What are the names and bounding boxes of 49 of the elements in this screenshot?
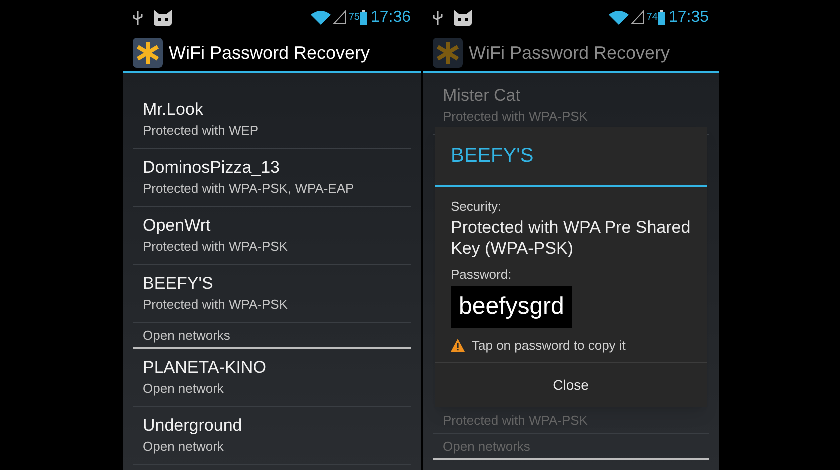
close-button[interactable]: Close: [435, 362, 707, 407]
battery-percent: 74: [646, 11, 658, 25]
cat-icon: [453, 10, 473, 26]
security-label: Security:: [451, 198, 503, 216]
security-type: Protected with WPA-PSK: [443, 412, 588, 430]
security-type: Protected with WPA-PSK: [443, 108, 589, 126]
network-name: BEEFY'S: [143, 272, 214, 294]
usb-icon: [133, 10, 143, 24]
usb-icon: [433, 10, 443, 24]
warning-icon: [451, 339, 465, 352]
copy-hint: Tap on password to copy it: [472, 337, 626, 355]
wifi-icon: [310, 10, 331, 25]
cat-icon: [153, 10, 173, 26]
asterisk-logo-icon: [433, 38, 463, 68]
security-type: Open network: [143, 380, 225, 398]
app-title: WiFi Password Recovery: [469, 42, 670, 65]
security-type: Protected with WPA-PSK: [143, 296, 289, 314]
battery-icon: [658, 10, 665, 25]
security-type: Open network: [143, 438, 225, 456]
security-type: Protected with WPA-PSK: [143, 238, 289, 256]
signal-icon: [332, 10, 347, 25]
network-item[interactable]: Mr.Look Protected with WEP: [133, 91, 411, 149]
network-item[interactable]: Underground Open network: [133, 407, 411, 465]
password-value[interactable]: beefysgrd: [451, 286, 572, 328]
section-header: Open networks: [443, 438, 530, 456]
wifi-icon: [608, 10, 629, 25]
network-name: DominosPizza_13: [143, 156, 282, 178]
security-value: Protected with WPA Pre Shared Key (WPA-PSK): [451, 216, 691, 258]
network-name: OpenWrt: [143, 214, 212, 236]
network-item[interactable]: DominosPizza_13 Protected with WPA-PSK, WPA-EAP: [133, 149, 411, 207]
signal-icon: [630, 10, 645, 25]
section-header: Open networks: [143, 326, 230, 345]
security-type: Protected with WPA-PSK, WPA-EAP: [143, 180, 356, 198]
clock-time: 17:36: [370, 8, 411, 28]
network-name: Mr.Look: [143, 98, 204, 120]
network-name: Underground: [143, 414, 244, 436]
security-type: Protected with WEP: [143, 122, 260, 140]
network-item[interactable]: PLANETA-KINO Open network: [133, 349, 411, 407]
battery-icon: [360, 10, 367, 25]
battery-percent: 75: [348, 11, 360, 25]
network-item[interactable]: BEEFY'S Protected with WPA-PSK: [133, 265, 411, 323]
asterisk-logo-icon: [133, 38, 163, 68]
network-name: Mister Cat: [443, 84, 522, 106]
dialog-title: BEEFY'S: [451, 144, 534, 169]
clock-time: 17:35: [668, 8, 709, 28]
network-name: PLANETA-KINO: [143, 356, 268, 378]
app-title: WiFi Password Recovery: [169, 42, 370, 65]
password-label: Password:: [451, 266, 513, 284]
network-item[interactable]: OpenWrt Protected with WPA-PSK: [133, 207, 411, 265]
